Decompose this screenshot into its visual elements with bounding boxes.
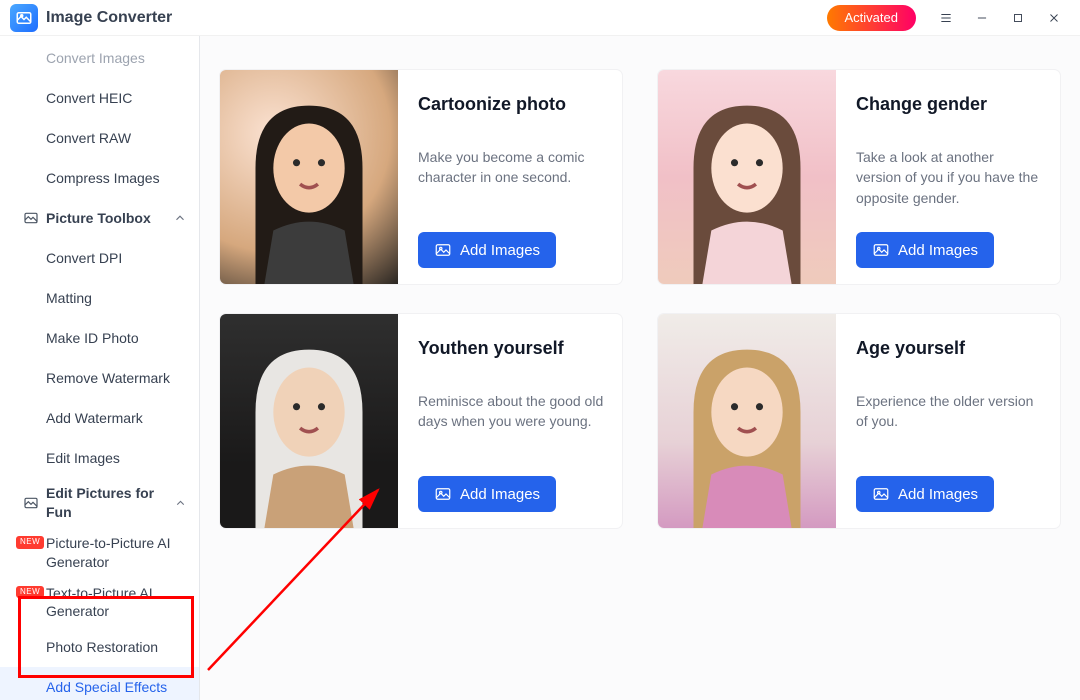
add-images-label: Add Images bbox=[460, 486, 540, 503]
effect-card-age-yourself: Age yourself Experience the older version… bbox=[658, 314, 1060, 528]
card-thumbnail bbox=[220, 314, 398, 528]
sidebar-item-convert-images[interactable]: Convert Images bbox=[0, 38, 199, 78]
card-grid: Cartoonize photo Make you become a comic … bbox=[220, 36, 1060, 528]
sidebar-header-label: Picture Toolbox bbox=[22, 209, 151, 228]
effect-card-youthen-yourself: Youthen yourself Reminisce about the good… bbox=[220, 314, 622, 528]
card-body: Cartoonize photo Make you become a comic … bbox=[398, 70, 622, 284]
sidebar-item-add-special-effects[interactable]: Add Special Effects bbox=[0, 667, 199, 700]
sidebar-item-label: Convert HEIC bbox=[46, 89, 132, 108]
sidebar-item-text-to-picture-ai-generator[interactable]: NEWText-to-Picture AI Generator bbox=[0, 578, 199, 628]
add-images-button[interactable]: Add Images bbox=[418, 476, 556, 512]
add-images-button[interactable]: Add Images bbox=[856, 476, 994, 512]
menu-icon[interactable] bbox=[928, 0, 964, 36]
sidebar-item-label: Add Special Effects bbox=[46, 678, 167, 697]
sidebar: Convert Images Convert HEIC Convert RAW Com… bbox=[0, 36, 200, 700]
card-thumbnail bbox=[220, 70, 398, 284]
card-description: Take a look at another version of you if… bbox=[856, 147, 1042, 218]
sidebar-item-label: Add Watermark bbox=[46, 409, 143, 428]
card-title: Youthen yourself bbox=[418, 338, 604, 359]
chevron-up-icon bbox=[174, 496, 187, 510]
card-thumbnail bbox=[658, 314, 836, 528]
toolbox-icon bbox=[22, 209, 40, 227]
sidebar-item-add-watermark[interactable]: Add Watermark bbox=[0, 398, 199, 438]
card-title: Cartoonize photo bbox=[418, 94, 604, 115]
app-title: Image Converter bbox=[46, 9, 172, 27]
sidebar-item-convert-dpi[interactable]: Convert DPI bbox=[0, 238, 199, 278]
card-body: Change gender Take a look at another vers… bbox=[836, 70, 1060, 284]
sidebar-header-picture-toolbox[interactable]: Picture Toolbox bbox=[0, 198, 199, 238]
toolbox-icon bbox=[22, 494, 40, 512]
image-icon bbox=[872, 485, 890, 503]
chevron-up-icon bbox=[173, 211, 187, 225]
image-icon bbox=[434, 241, 452, 259]
app-logo-icon bbox=[10, 4, 38, 32]
image-icon bbox=[872, 241, 890, 259]
sidebar-item-label: Remove Watermark bbox=[46, 369, 170, 388]
sidebar-item-compress-images[interactable]: Compress Images bbox=[0, 158, 199, 198]
new-badge: NEW bbox=[16, 536, 44, 549]
add-images-button[interactable]: Add Images bbox=[418, 232, 556, 268]
card-title: Age yourself bbox=[856, 338, 1042, 359]
sidebar-item-convert-raw[interactable]: Convert RAW bbox=[0, 118, 199, 158]
new-badge: NEW bbox=[16, 586, 44, 599]
card-thumbnail bbox=[658, 70, 836, 284]
sidebar-item-label: Edit Images bbox=[46, 449, 120, 468]
sidebar-item-convert-heic[interactable]: Convert HEIC bbox=[0, 78, 199, 118]
card-description: Experience the older version of you. bbox=[856, 391, 1042, 462]
close-button[interactable] bbox=[1036, 0, 1072, 36]
card-body: Youthen yourself Reminisce about the good… bbox=[398, 314, 622, 528]
card-description: Reminisce about the good old days when y… bbox=[418, 391, 604, 462]
add-images-label: Add Images bbox=[898, 242, 978, 259]
sidebar-item-label: Convert DPI bbox=[46, 249, 122, 268]
add-images-label: Add Images bbox=[460, 242, 540, 259]
sidebar-item-photo-restoration[interactable]: Photo Restoration bbox=[0, 627, 199, 667]
sidebar-item-label: Make ID Photo bbox=[46, 329, 139, 348]
maximize-button[interactable] bbox=[1000, 0, 1036, 36]
titlebar: Image Converter Activated bbox=[0, 0, 1080, 36]
sidebar-item-edit-images[interactable]: Edit Images bbox=[0, 438, 199, 478]
sidebar-item-make-id-photo[interactable]: Make ID Photo bbox=[0, 318, 199, 358]
effect-card-change-gender: Change gender Take a look at another vers… bbox=[658, 70, 1060, 284]
add-images-label: Add Images bbox=[898, 486, 978, 503]
card-title: Change gender bbox=[856, 94, 1042, 115]
sidebar-header-edit-pictures-for-fun[interactable]: Edit Pictures for Fun bbox=[0, 478, 199, 528]
main-content: Cartoonize photo Make you become a comic … bbox=[200, 36, 1080, 700]
minimize-button[interactable] bbox=[964, 0, 1000, 36]
card-body: Age yourself Experience the older version… bbox=[836, 314, 1060, 528]
activated-badge[interactable]: Activated bbox=[827, 5, 916, 31]
sidebar-item-label: Convert Images bbox=[46, 49, 145, 68]
sidebar-item-picture-to-picture-ai-generator[interactable]: NEWPicture-to-Picture AI Generator bbox=[0, 528, 199, 578]
sidebar-item-label: Compress Images bbox=[46, 169, 160, 188]
image-icon bbox=[434, 485, 452, 503]
sidebar-item-remove-watermark[interactable]: Remove Watermark bbox=[0, 358, 199, 398]
card-description: Make you become a comic character in one… bbox=[418, 147, 604, 218]
sidebar-item-matting[interactable]: Matting bbox=[0, 278, 199, 318]
effect-card-cartoonize-photo: Cartoonize photo Make you become a comic … bbox=[220, 70, 622, 284]
sidebar-item-label: Convert RAW bbox=[46, 129, 131, 148]
sidebar-header-label: Edit Pictures for Fun bbox=[22, 484, 174, 522]
sidebar-item-label: Picture-to-Picture AI Generator bbox=[46, 534, 187, 572]
sidebar-item-label: Matting bbox=[46, 289, 92, 308]
sidebar-item-label: Text-to-Picture AI Generator bbox=[46, 584, 187, 622]
add-images-button[interactable]: Add Images bbox=[856, 232, 994, 268]
sidebar-item-label: Photo Restoration bbox=[46, 638, 158, 657]
